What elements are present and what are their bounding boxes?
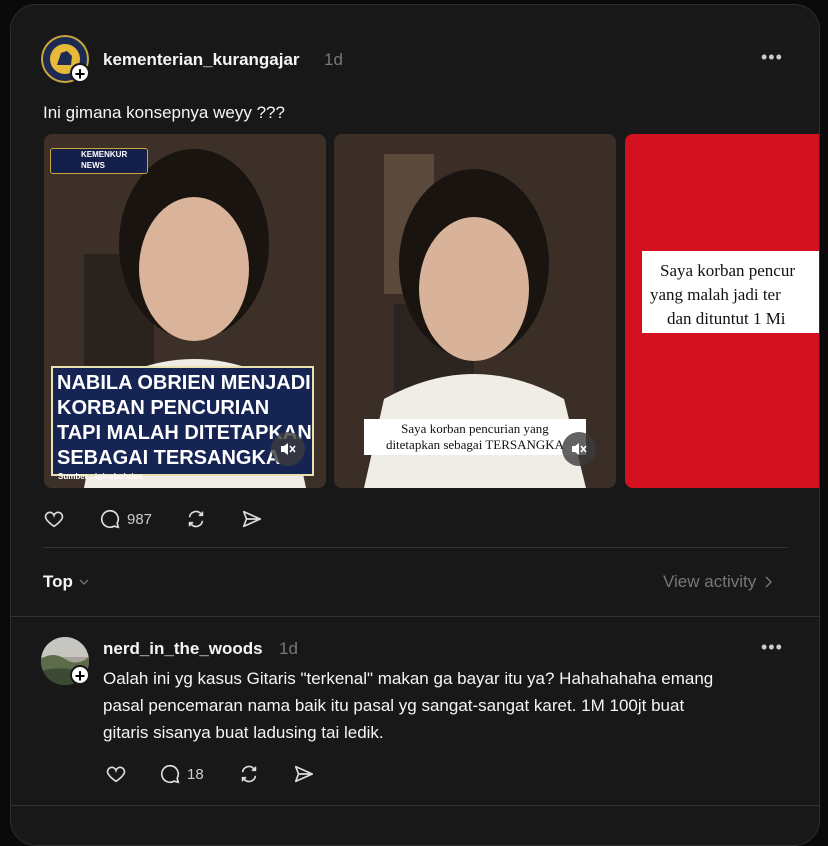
chevron-right-icon [765,576,773,588]
reply-button[interactable]: 987 [99,508,152,530]
mute-button[interactable] [271,432,305,466]
headline-line: KORBAN PENCURIAN [57,397,270,419]
repost-icon [241,765,257,783]
repost-button[interactable] [238,763,260,785]
reply-count: 18 [187,765,204,783]
repost-icon [188,510,204,528]
reply-line: gitaris sisanya buat ladusing tai ledik. [103,723,384,742]
headline-line: TAPI MALAH DITETAPKAN [57,422,312,444]
heart-icon [44,511,64,528]
media-image-3[interactable]: Saya korban pencur yang malah jadi ter d… [625,134,819,488]
reply-more-icon[interactable]: ••• [761,637,783,658]
caption-line: yang malah jadi ter [650,285,781,304]
follow-plus-icon[interactable]: + [70,665,90,686]
reply-count: 987 [127,510,153,528]
reply-button[interactable]: 18 [159,763,204,785]
speaker-muted-icon [281,443,296,455]
post-more-icon[interactable]: ••• [761,47,783,68]
send-icon [242,510,262,528]
divider [11,616,819,617]
comment-icon [100,509,120,529]
caption-line: Saya korban pencurian yang [401,421,549,436]
view-activity-label: View activity [663,572,757,591]
reply-text: Oalah ini yg kasus Gitaris "terkenal" ma… [103,665,803,746]
caption-box: Saya korban pencur yang malah jadi ter d… [642,251,819,333]
view-activity-link[interactable]: View activity [663,572,773,592]
sort-dropdown[interactable]: Top [43,572,89,592]
send-icon [294,765,314,783]
heart-icon [106,766,126,783]
comment-icon [160,764,180,784]
thread-card: + kementerian_kurangajar 1d ••• Ini gima… [10,4,820,846]
chevron-down-icon [79,579,89,585]
post-username[interactable]: kementerian_kurangajar [103,50,300,70]
divider [43,547,787,548]
speaker-muted-icon [572,443,587,455]
caption-box: Saya korban pencurian yang ditetapkan se… [364,419,586,455]
news-badge: KEMENKUR NEWS [50,148,148,174]
like-button[interactable] [43,508,65,530]
reply-username[interactable]: nerd_in_the_woods [103,639,263,659]
caption-line: dan dituntut 1 Mi [667,309,786,328]
media-video-2[interactable]: Saya korban pencurian yang ditetapkan se… [334,134,616,488]
caption-line: ditetapkan sebagai TERSANGKA [385,437,565,452]
repost-button[interactable] [185,508,207,530]
share-button[interactable] [241,508,263,530]
post-text: Ini gimana konsepnya weyy ??? [43,103,285,122]
divider [11,805,819,806]
media-video-1[interactable]: KEMENKUR NEWS NABILA OBRIEN MENJADI KORB… [44,134,326,488]
headline-line: NABILA OBRIEN MENJADI [57,372,311,394]
caption-line: Saya korban pencur [660,261,796,280]
share-button[interactable] [293,763,315,785]
source-label: Sumber : ig/nabobrien [58,472,143,481]
sort-label: Top [43,572,73,591]
news-badge-label: KEMENKUR NEWS [81,150,128,170]
post-time: 1d [324,50,343,69]
reply-line: pasal pencemaran nama baik itu pasal yg … [103,696,685,715]
like-button[interactable] [105,763,127,785]
reply-time: 1d [279,639,298,658]
reply-line: Oalah ini yg kasus Gitaris "terkenal" ma… [103,669,714,688]
follow-plus-icon[interactable]: + [70,63,90,84]
mute-button[interactable] [562,432,596,466]
